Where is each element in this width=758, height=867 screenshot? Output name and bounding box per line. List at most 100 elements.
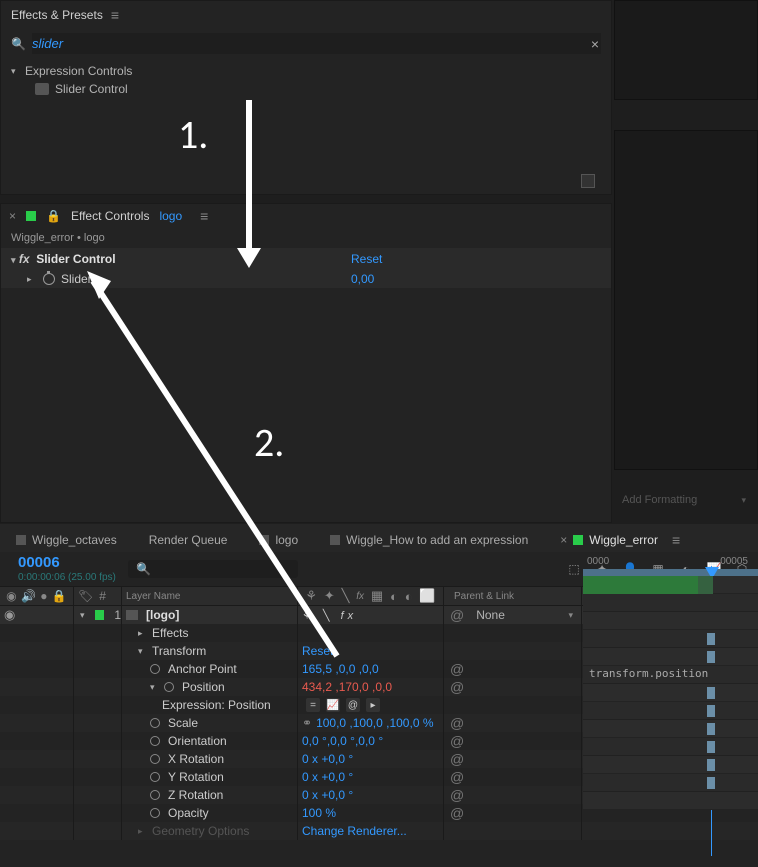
expression-pickwhip-icon[interactable]: @ <box>346 698 360 712</box>
chevron-down-icon[interactable]: ▾ <box>80 610 89 621</box>
comp-flowchart-icon[interactable]: ⬚ <box>566 561 582 577</box>
effect-controls-layer[interactable]: logo <box>159 209 182 223</box>
effect-header[interactable]: ▾ fx Slider Control Reset <box>1 248 611 270</box>
stopwatch-icon[interactable] <box>150 664 160 674</box>
stopwatch-icon[interactable] <box>164 682 174 692</box>
prop-label: Anchor Point <box>168 662 237 676</box>
panel-menu-icon[interactable]: ≡ <box>200 208 208 224</box>
stopwatch-icon[interactable] <box>150 718 160 728</box>
prop-value[interactable]: 100 % <box>302 806 336 820</box>
search-row: 🔍 × <box>1 29 611 58</box>
property-value[interactable]: 0,00 <box>351 272 374 286</box>
chevron-down-icon[interactable]: ▾ <box>568 610 581 621</box>
clear-search-icon[interactable]: × <box>591 36 599 52</box>
chevron-right-icon[interactable]: ▸ <box>27 274 37 285</box>
frame-number[interactable]: 00006 <box>18 554 120 572</box>
stopwatch-icon[interactable] <box>150 736 160 746</box>
stopwatch-icon[interactable] <box>150 808 160 818</box>
tab-wiggle-error[interactable]: × Wiggle_error ≡ <box>544 532 696 548</box>
reset-link[interactable]: Reset <box>302 644 333 658</box>
new-bin-icon[interactable] <box>581 174 595 188</box>
chevron-down-icon[interactable]: ▾ <box>11 255 16 265</box>
keyframe-icon[interactable] <box>707 687 715 699</box>
tab-label: Wiggle_How to add an expression <box>346 533 528 547</box>
tab-label: Wiggle_octaves <box>32 533 117 547</box>
current-time[interactable]: 00006 0:00:00:06 (25.00 fps) <box>0 554 120 584</box>
chevron-down-icon[interactable]: ▾ <box>150 682 160 693</box>
tab-logo[interactable]: logo <box>243 533 314 547</box>
breadcrumb: Wiggle_error • logo <box>1 228 611 248</box>
timeline-tabs: Wiggle_octaves Render Queue logo Wiggle_… <box>0 524 758 552</box>
keyframe-icon[interactable] <box>707 633 715 645</box>
expression-graph-icon[interactable]: 📈 <box>326 698 340 712</box>
chevron-right-icon[interactable]: ▸ <box>138 628 148 639</box>
pickwhip-icon[interactable]: @ <box>450 679 464 695</box>
reset-button[interactable]: Reset <box>351 252 382 266</box>
motion-blur-icon: ◐ <box>390 589 398 604</box>
tab-wiggle-howto[interactable]: Wiggle_How to add an expression <box>314 533 544 547</box>
tab-label: Wiggle_error <box>589 533 658 547</box>
expression-code[interactable]: transform.position <box>589 667 708 680</box>
expression-language-icon[interactable]: ▸ <box>366 698 380 712</box>
prop-value[interactable]: 0 x +0,0 ° <box>302 752 353 766</box>
prop-value[interactable]: 100,0 ,100,0 ,100,0 % <box>316 716 433 730</box>
search-input[interactable] <box>32 33 601 54</box>
keyframe-icon[interactable] <box>707 777 715 789</box>
effects-presets-header: Effects & Presets ≡ <box>1 1 611 29</box>
stopwatch-icon[interactable] <box>43 273 55 285</box>
tree-category[interactable]: ▾ Expression Controls <box>11 62 611 80</box>
chevron-down-icon[interactable]: ▾ <box>11 66 21 77</box>
prop-label: Orientation <box>168 734 227 748</box>
prop-value[interactable]: 0 x +0,0 ° <box>302 770 353 784</box>
close-tab-icon[interactable]: × <box>560 533 567 547</box>
tree-item-slider-control[interactable]: Slider Control <box>11 80 611 98</box>
panel-menu-icon[interactable]: ≡ <box>672 532 680 548</box>
prop-value[interactable]: 434,2 ,170,0 ,0,0 <box>302 680 392 694</box>
switches[interactable]: ⚘ ╲ fx <box>302 609 357 622</box>
stopwatch-icon[interactable] <box>150 754 160 764</box>
change-renderer-link[interactable]: Change Renderer... <box>302 824 407 838</box>
prop-value[interactable]: 0,0 °,0,0 °,0,0 ° <box>302 734 383 748</box>
tab-render-queue[interactable]: Render Queue <box>133 533 244 547</box>
pickwhip-icon[interactable]: @ <box>450 769 464 785</box>
speaker-icon: 🔊 <box>21 589 36 603</box>
pickwhip-icon[interactable]: @ <box>450 805 464 821</box>
tab-label: logo <box>275 533 298 547</box>
expression-toolbar: = 📈 @ ▸ <box>302 698 380 712</box>
stopwatch-icon[interactable] <box>150 772 160 782</box>
timeline-search[interactable]: 🔍 <box>128 560 298 578</box>
stopwatch-icon[interactable] <box>150 790 160 800</box>
pickwhip-icon[interactable]: @ <box>450 715 464 731</box>
lock-icon[interactable]: 🔒 <box>46 209 61 223</box>
tab-wiggle-octaves[interactable]: Wiggle_octaves <box>0 533 133 547</box>
pickwhip-icon[interactable]: @ <box>450 751 464 767</box>
keyframe-icon[interactable] <box>707 651 715 663</box>
link-icon[interactable]: ⚭ <box>302 716 312 730</box>
effects-tree: ▾ Expression Controls Slider Control <box>1 58 611 98</box>
layer-color-icon[interactable] <box>95 610 104 620</box>
expression-enable-icon[interactable]: = <box>306 698 320 712</box>
keyframe-icon[interactable] <box>707 759 715 771</box>
layer-name-header[interactable]: Layer Name <box>122 587 298 605</box>
add-formatting-button[interactable]: Add Formatting ▾ <box>614 490 754 510</box>
parent-dropdown[interactable]: None <box>476 608 505 622</box>
prop-value[interactable]: 0 x +0,0 ° <box>302 788 353 802</box>
pickwhip-icon[interactable]: @ <box>450 733 464 749</box>
pickwhip-icon[interactable]: @ <box>450 787 464 803</box>
comp-icon <box>573 535 583 545</box>
track-area[interactable]: transform.position <box>583 576 758 810</box>
pickwhip-icon[interactable]: @ <box>450 661 464 677</box>
keyframe-icon[interactable] <box>707 705 715 717</box>
prop-value[interactable]: 165,5 ,0,0 ,0,0 <box>302 662 379 676</box>
quality-icon: ╲ <box>342 588 350 604</box>
layer-name[interactable]: [logo] <box>146 608 179 622</box>
chevron-down-icon[interactable]: ▾ <box>138 646 148 657</box>
keyframe-icon[interactable] <box>707 741 715 753</box>
panel-menu-icon[interactable]: ≡ <box>111 7 119 23</box>
eye-icon[interactable]: ◉ <box>4 607 15 623</box>
preset-icon <box>35 83 49 95</box>
close-tab-icon[interactable]: × <box>9 209 16 223</box>
keyframe-icon[interactable] <box>707 723 715 735</box>
pickwhip-icon[interactable]: @ <box>450 607 464 623</box>
parent-header[interactable]: Parent & Link <box>444 587 582 605</box>
